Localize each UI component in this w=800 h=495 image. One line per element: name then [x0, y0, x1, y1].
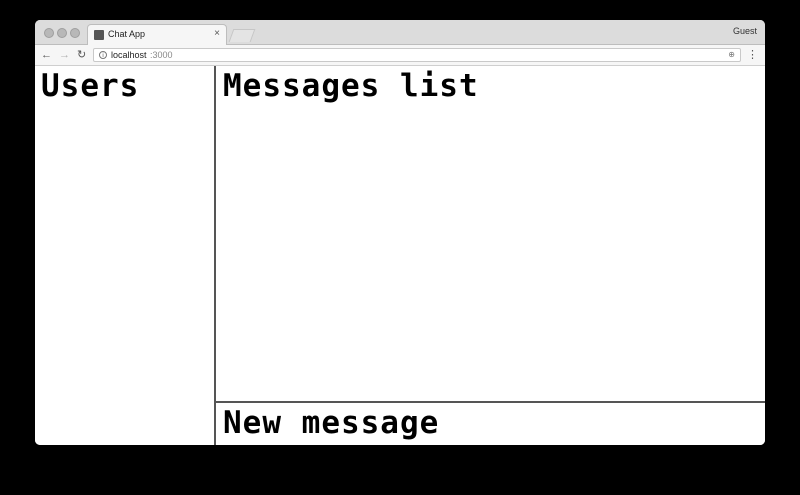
page-content: Users Messages list New message	[35, 66, 765, 445]
tab-title: Chat App	[108, 29, 146, 39]
window-close-icon[interactable]	[44, 28, 54, 38]
new-message-heading: New message	[223, 405, 440, 441]
forward-arrow-icon[interactable]: →	[59, 48, 70, 62]
new-message-panel[interactable]: New message	[216, 403, 765, 445]
users-heading: Users	[41, 68, 140, 104]
url-port: :3000	[150, 50, 173, 60]
new-tab-button[interactable]	[228, 29, 256, 42]
browser-menu-icon[interactable]: ⋮	[747, 48, 758, 62]
window-minimize-icon[interactable]	[57, 28, 67, 38]
browser-window: Chat App × Guest ← → ↻ i localhost :3000…	[35, 20, 765, 445]
zoom-icon[interactable]: ⊕	[728, 50, 735, 59]
reload-icon[interactable]: ↻	[77, 48, 86, 62]
info-icon[interactable]: i	[99, 51, 107, 59]
browser-tab[interactable]: Chat App ×	[87, 24, 227, 45]
browser-toolbar: ← → ↻ i localhost :3000 ⊕ ⋮	[35, 45, 765, 66]
title-bar: Chat App × Guest	[35, 20, 765, 45]
address-bar[interactable]: i localhost :3000 ⊕	[93, 48, 741, 62]
url-host: localhost	[111, 50, 147, 60]
tab-close-icon[interactable]: ×	[214, 28, 220, 40]
back-arrow-icon[interactable]: ←	[41, 48, 52, 62]
messages-heading: Messages list	[223, 68, 479, 104]
users-panel: Users	[35, 66, 216, 445]
profile-label[interactable]: Guest	[733, 26, 757, 36]
messages-panel: Messages list	[216, 66, 765, 403]
window-maximize-icon[interactable]	[70, 28, 80, 38]
favicon-icon	[94, 30, 104, 40]
